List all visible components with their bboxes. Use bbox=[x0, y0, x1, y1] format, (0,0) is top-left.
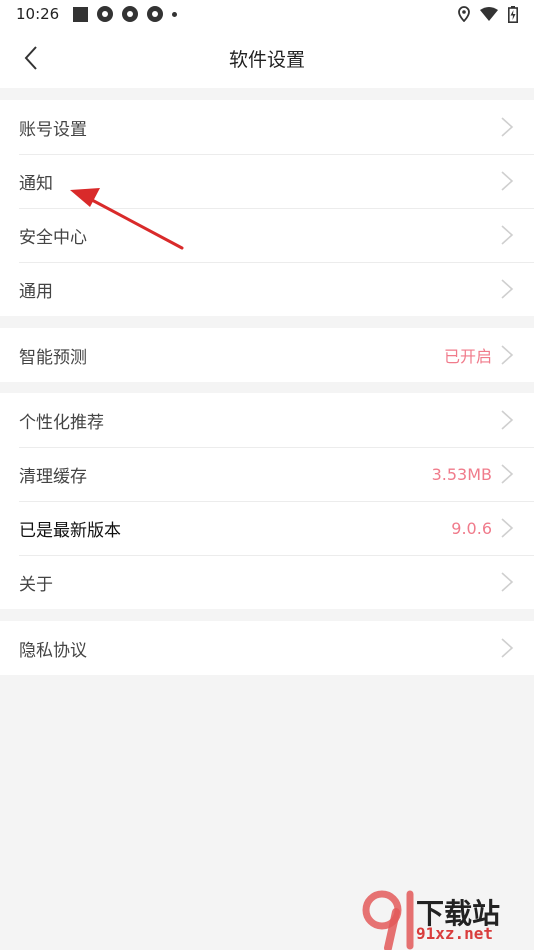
row-label: 通用 bbox=[19, 281, 53, 302]
account-settings-row[interactable]: 账号设置 bbox=[0, 100, 534, 154]
row-label: 账号设置 bbox=[19, 119, 87, 140]
chevron-right-icon bbox=[501, 572, 514, 592]
watermark-logo-icon bbox=[362, 890, 414, 950]
page-title: 软件设置 bbox=[228, 48, 305, 71]
settings-group-privacy: 隐私协议 bbox=[0, 621, 534, 675]
row-label: 清理缓存 bbox=[19, 466, 87, 487]
row-label: 关于 bbox=[19, 574, 53, 595]
chevron-right-icon bbox=[501, 171, 514, 191]
settings-group-prediction: 智能预测 已开启 bbox=[0, 328, 534, 382]
chevron-right-icon bbox=[501, 279, 514, 299]
settings-group-account: 账号设置 通知 安全中心 通用 bbox=[0, 100, 534, 316]
version-value: 9.0.6 bbox=[451, 518, 492, 538]
app-notification-icon bbox=[97, 6, 114, 22]
back-button[interactable] bbox=[16, 43, 46, 73]
location-icon bbox=[458, 6, 470, 22]
app-notification-icon-3 bbox=[147, 6, 164, 22]
notification-row[interactable]: 通知 bbox=[0, 154, 534, 208]
app-notification-icon-2 bbox=[122, 6, 139, 22]
status-value: 已开启 bbox=[443, 347, 492, 366]
row-label: 隐私协议 bbox=[19, 640, 87, 661]
notification-square-icon bbox=[73, 6, 89, 22]
row-label: 智能预测 bbox=[19, 347, 87, 368]
site-watermark: 下载站 91xz.net bbox=[360, 888, 534, 950]
chevron-right-icon bbox=[501, 638, 514, 658]
status-bar: 10:26 bbox=[0, 0, 534, 28]
status-time: 10:26 bbox=[16, 5, 60, 23]
privacy-policy-row[interactable]: 隐私协议 bbox=[0, 621, 534, 675]
row-label: 个性化推荐 bbox=[19, 412, 104, 433]
personalized-recommendation-row[interactable]: 个性化推荐 bbox=[0, 393, 534, 447]
settings-group-misc: 个性化推荐 清理缓存 3.53MB 已是最新版本 9.0.6 关于 bbox=[0, 393, 534, 609]
row-label: 已是最新版本 bbox=[19, 520, 121, 541]
chevron-right-icon bbox=[501, 410, 514, 430]
chevron-right-icon bbox=[501, 225, 514, 245]
wifi-icon bbox=[480, 7, 498, 21]
row-label: 通知 bbox=[19, 173, 53, 194]
clear-cache-row[interactable]: 清理缓存 3.53MB bbox=[0, 447, 534, 501]
chevron-right-icon bbox=[501, 464, 514, 484]
cache-size-value: 3.53MB bbox=[431, 464, 492, 484]
back-arrow-icon bbox=[24, 46, 37, 70]
smart-prediction-row[interactable]: 智能预测 已开启 bbox=[0, 328, 534, 382]
chevron-right-icon bbox=[501, 345, 514, 365]
chevron-right-icon bbox=[501, 518, 514, 538]
watermark-url: 91xz.net bbox=[416, 924, 494, 943]
more-notifications-dot-icon bbox=[172, 11, 178, 17]
about-row[interactable]: 关于 bbox=[0, 555, 534, 609]
general-row[interactable]: 通用 bbox=[0, 262, 534, 316]
security-center-row[interactable]: 安全中心 bbox=[0, 208, 534, 262]
chevron-right-icon bbox=[501, 117, 514, 137]
row-label: 安全中心 bbox=[19, 227, 87, 248]
app-header: 软件设置 bbox=[0, 28, 534, 88]
battery-icon bbox=[508, 5, 518, 23]
version-row[interactable]: 已是最新版本 9.0.6 bbox=[0, 501, 534, 555]
